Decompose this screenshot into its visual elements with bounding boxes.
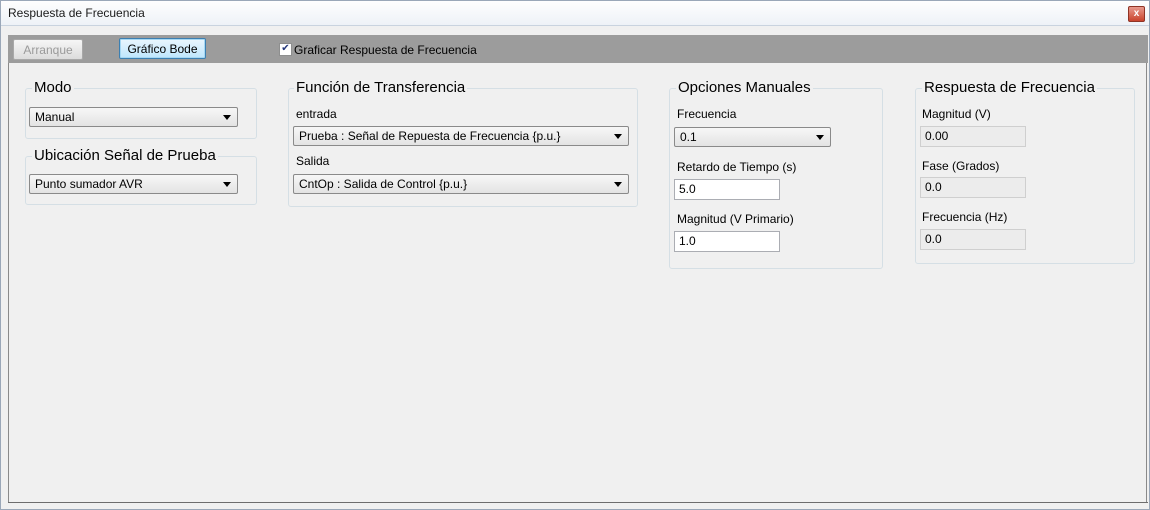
chevron-down-icon [223,182,231,187]
result-frequency-label: Frecuencia (Hz) [922,210,1008,224]
content-border-right [1146,63,1147,503]
output-label: Salida [296,154,330,168]
result-frequency-field: 0.0 [920,229,1026,250]
check-icon: ✔ [281,43,290,54]
input-value: Prueba : Señal de Repuesta de Frecuencia… [299,129,561,143]
input-label: entrada [296,107,337,121]
frequency-value: 0.1 [680,130,697,144]
content-border-bottom [8,502,1148,503]
frequency-label: Frecuencia [677,107,737,121]
toolbar: Arranque Gráfico Bode ✔ Graficar Respues… [8,35,1148,63]
bode-plot-button[interactable]: Gráfico Bode [119,38,206,59]
chevron-down-icon [223,115,231,120]
output-value: CntOp : Salida de Control {p.u.} [299,177,468,191]
magnitude-input[interactable]: 1.0 [674,231,780,252]
delay-input[interactable]: 5.0 [674,179,780,200]
content-border-left [8,63,9,503]
delay-label: Retardo de Tiempo (s) [677,160,797,174]
chevron-down-icon [614,134,622,139]
close-button[interactable]: x [1128,6,1145,22]
input-select[interactable]: Prueba : Señal de Repuesta de Frecuencia… [293,126,629,146]
plot-response-checkbox[interactable]: ✔ [279,43,292,56]
title-bar: Respuesta de Frecuencia x [1,1,1149,26]
output-select[interactable]: CntOp : Salida de Control {p.u.} [293,174,629,194]
ubicacion-title: Ubicación Señal de Prueba [32,147,218,164]
respuesta-title: Respuesta de Frecuencia [922,79,1097,96]
frequency-select[interactable]: 0.1 [674,127,831,147]
modo-title: Modo [32,79,74,96]
opciones-title: Opciones Manuales [676,79,813,96]
start-button[interactable]: Arranque [13,39,83,60]
modo-select[interactable]: Manual [29,107,238,127]
result-magnitude-label: Magnitud (V) [922,107,991,121]
modo-value: Manual [35,110,75,124]
ubicacion-value: Punto sumador AVR [35,177,143,191]
chevron-down-icon [816,135,824,140]
chevron-down-icon [614,182,622,187]
result-phase-field: 0.0 [920,177,1026,198]
close-icon: x [1133,8,1140,19]
funcion-title: Función de Transferencia [294,79,468,96]
window-title: Respuesta de Frecuencia [8,6,145,20]
result-magnitude-field: 0.00 [920,126,1026,147]
magnitude-input-label: Magnitud (V Primario) [677,212,794,226]
result-phase-label: Fase (Grados) [922,159,1000,173]
plot-response-label: Graficar Respuesta de Frecuencia [294,43,477,57]
ubicacion-select[interactable]: Punto sumador AVR [29,174,238,194]
